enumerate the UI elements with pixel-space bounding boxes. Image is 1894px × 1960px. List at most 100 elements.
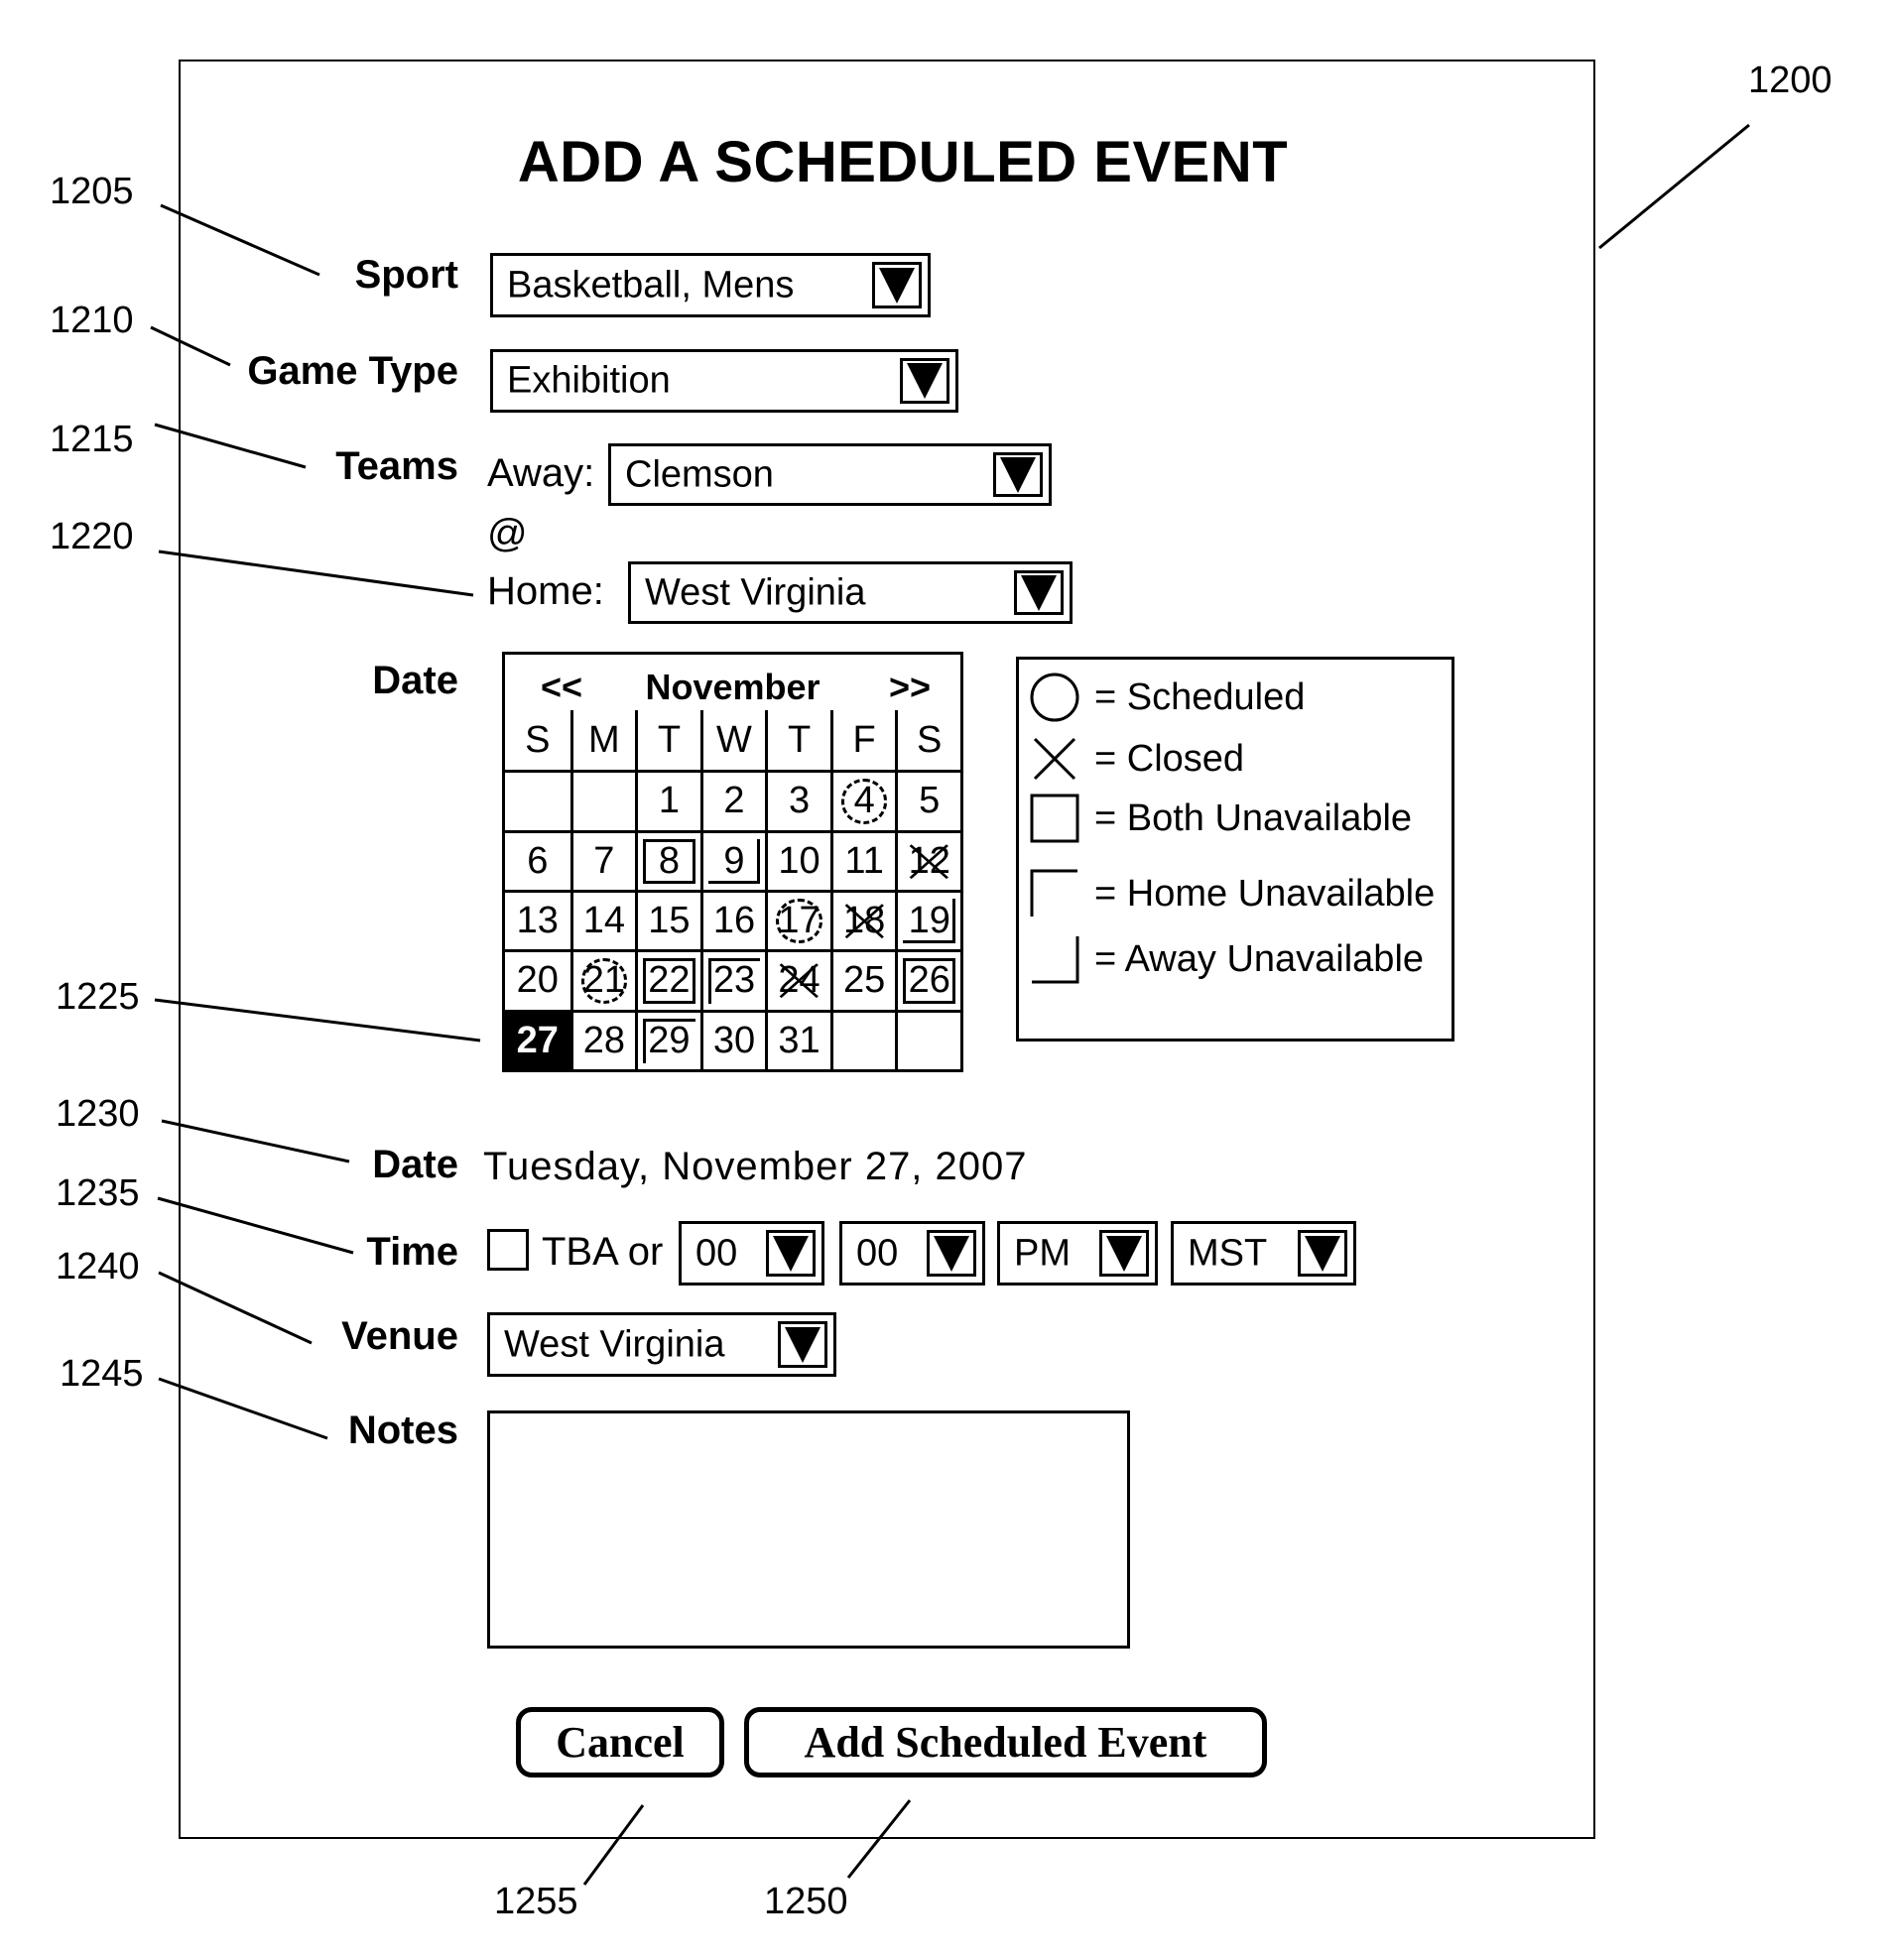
calendar-day-28[interactable]: 28 [569,1009,636,1069]
day-number: 8 [658,839,680,882]
legend-item: = Scheduled [1029,668,1305,727]
sport-value: Basketball, Mens [507,264,795,306]
ref-1250: 1250 [764,1881,848,1922]
tba-checkbox[interactable] [487,1229,529,1271]
day-number: 26 [908,959,950,1002]
minute-select[interactable]: 00 [839,1221,985,1286]
calendar-header: << November >> [505,655,960,710]
calendar-day-29[interactable]: 29 [635,1009,700,1069]
away-team-select[interactable]: Clemson [608,443,1052,506]
calendar-day-7[interactable]: 7 [569,829,636,890]
calendar-day-30[interactable]: 30 [699,1009,766,1069]
calendar-day-21[interactable]: 21 [569,949,636,1010]
dropdown-arrow-icon[interactable] [1014,570,1064,615]
ref-1245: 1245 [60,1353,144,1395]
calendar-day-16[interactable]: 16 [699,889,766,950]
ref-1215: 1215 [50,419,134,460]
dropdown-arrow-icon[interactable] [766,1230,816,1277]
calendar-day-23[interactable]: 23 [699,949,766,1010]
weekday-header: M [569,710,636,771]
legend-item: = Home Unavailable [1029,864,1435,923]
venue-value: West Virginia [504,1323,725,1365]
day-number: 30 [712,1019,756,1061]
home-team-value: West Virginia [645,571,866,613]
game-type-label: Game Type [247,349,458,393]
calendar-day-1[interactable]: 1 [635,770,700,830]
calendar-day-3[interactable]: 3 [765,770,830,830]
game-type-select[interactable]: Exhibition [490,349,958,413]
calendar-day-15[interactable]: 15 [635,889,700,950]
calendar-day-18[interactable]: 18 [829,889,896,950]
sport-select[interactable]: Basketball, Mens [490,253,931,317]
calendar-day-11[interactable]: 11 [829,829,896,890]
calendar-day-31[interactable]: 31 [765,1009,830,1069]
day-number: 4 [853,780,875,822]
game-type-value: Exhibition [507,359,671,402]
day-number: 23 [712,959,756,1002]
calendar-empty-cell [895,1009,960,1069]
day-number: 15 [648,900,691,942]
day-number: 25 [842,959,886,1002]
calendar-day-24[interactable]: 24 [765,949,830,1010]
timezone-select[interactable]: MST [1171,1221,1356,1286]
date-picker-label: Date [372,659,458,702]
calendar-day-10[interactable]: 10 [765,829,830,890]
calendar-day-27[interactable]: 27 [505,1009,570,1069]
calendar-empty-cell [829,1009,896,1069]
add-scheduled-event-button[interactable]: Add Scheduled Event [744,1707,1267,1777]
dropdown-arrow-icon[interactable] [778,1321,827,1368]
x-icon [1029,733,1080,785]
legend-item: = Away Unavailable [1029,929,1424,989]
day-number: 17 [778,900,821,942]
venue-select[interactable]: West Virginia [487,1312,836,1377]
calendar-day-22[interactable]: 22 [635,949,700,1010]
calendar-day-26[interactable]: 26 [895,949,960,1010]
dropdown-arrow-icon[interactable] [1298,1230,1347,1277]
dropdown-arrow-icon[interactable] [900,358,949,404]
away-label: Away: [487,451,595,495]
calendar-day-2[interactable]: 2 [699,770,766,830]
cancel-button[interactable]: Cancel [516,1707,724,1777]
ampm-select[interactable]: PM [997,1221,1158,1286]
hour-select[interactable]: 00 [679,1221,824,1286]
calendar-day-13[interactable]: 13 [505,889,570,949]
hour-value: 00 [695,1232,738,1274]
calendar-day-6[interactable]: 6 [505,829,570,890]
day-number: 21 [582,959,625,1002]
day-number: 28 [582,1019,625,1061]
day-number: 7 [593,839,615,882]
dropdown-arrow-icon[interactable] [927,1230,976,1277]
venue-label: Venue [341,1314,458,1358]
day-number: 13 [516,900,559,942]
dropdown-arrow-icon[interactable] [1099,1230,1149,1277]
home-team-select[interactable]: West Virginia [628,561,1073,624]
calendar-day-9[interactable]: 9 [699,829,766,890]
timezone-value: MST [1188,1232,1268,1274]
calendar-grid: S M T W T F S 1 2 3 4 5 6 7 8 9 10 11 12 13 14 15 16 17 18 19 20 21… [505,710,960,1069]
ref-1200: 1200 [1748,60,1832,101]
day-number: 11 [844,839,884,882]
ref-1235: 1235 [56,1172,140,1214]
box-icon [1029,793,1080,844]
calendar-day-12[interactable]: 12 [895,829,960,890]
notes-textarea[interactable] [487,1410,1130,1649]
calendar-day-25[interactable]: 25 [829,949,896,1010]
legend-label: = Home Unavailable [1094,872,1436,915]
calendar-day-17[interactable]: 17 [765,889,830,950]
calendar-day-5[interactable]: 5 [895,770,960,830]
calendar-day-4[interactable]: 4 [829,770,896,830]
legend-label: = Closed [1094,737,1245,780]
next-month-button[interactable]: >> [889,667,931,708]
calendar-day-20[interactable]: 20 [505,949,570,1009]
calendar-day-8[interactable]: 8 [635,829,700,890]
legend-label: = Away Unavailable [1094,937,1425,980]
calendar-day-19[interactable]: 19 [895,889,960,950]
ref-1240: 1240 [56,1246,140,1287]
date-value: Tuesday, November 27, 2007 [483,1145,1028,1188]
calendar-day-14[interactable]: 14 [569,889,636,950]
dropdown-arrow-icon[interactable] [993,452,1043,497]
weekday-header: S [895,710,960,771]
dropdown-arrow-icon[interactable] [872,262,922,308]
day-number: 18 [842,900,886,942]
legend-label: = Scheduled [1094,675,1306,718]
